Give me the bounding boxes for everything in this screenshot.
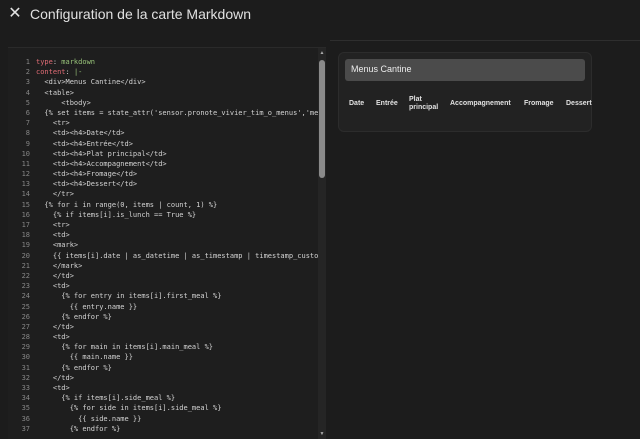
line-number: 30 (21, 353, 30, 362)
code-line[interactable]: {% for i in range(0, items | count, 1) %… (36, 200, 320, 210)
line-number: 4 (25, 88, 30, 97)
code-line[interactable]: <td> (36, 230, 320, 240)
line-number: 20 (21, 251, 30, 260)
column-header-entree: Entrée (376, 100, 398, 107)
line-number: 36 (21, 414, 30, 423)
line-number: 8 (25, 129, 30, 138)
code-line[interactable]: </tr> (36, 189, 320, 199)
code-line[interactable]: <td> (36, 383, 320, 393)
code-line[interactable]: content: |- (36, 67, 320, 77)
line-number: 13 (21, 180, 30, 189)
line-number: 12 (21, 170, 30, 179)
column-header-dessert: Dessert (566, 100, 592, 107)
line-number: 11 (21, 159, 30, 168)
line-number: 32 (21, 373, 30, 382)
line-number: 31 (21, 363, 30, 372)
dialog-title: Configuration de la carte Markdown (30, 6, 252, 22)
line-number: 23 (21, 282, 30, 291)
code-line[interactable]: {% endfor %} (36, 424, 320, 434)
code-line[interactable]: {% if items[i].side_meal %} (36, 393, 320, 403)
line-number: 3 (25, 78, 30, 87)
line-number: 18 (21, 231, 30, 240)
scrollbar-thumb[interactable] (319, 60, 325, 178)
code-line[interactable]: </td> (36, 373, 320, 383)
line-number: 5 (25, 98, 30, 107)
code-line[interactable]: {{ main.name }} (36, 352, 320, 362)
code-line[interactable]: {% for side in items[i].side_meal %} (36, 403, 320, 413)
line-number: 28 (21, 333, 30, 342)
line-number: 37 (21, 424, 30, 433)
line-number: 9 (25, 139, 30, 148)
line-number: 21 (21, 261, 30, 270)
code-line[interactable]: {% endfor %} (36, 363, 320, 373)
markdown-preview-card: Menus Cantine Date Entrée Plat principal… (338, 52, 592, 132)
code-line[interactable]: </mark> (36, 261, 320, 271)
code-line[interactable]: {% endfor %} (36, 312, 320, 322)
line-number: 19 (21, 241, 30, 250)
line-number: 15 (21, 200, 30, 209)
code-line[interactable]: </td> (36, 322, 320, 332)
code-line[interactable]: <td><h4>Plat principal</td> (36, 149, 320, 159)
line-number: 34 (21, 394, 30, 403)
line-number: 10 (21, 149, 30, 158)
line-number: 1 (25, 58, 30, 66)
line-number: 24 (21, 292, 30, 301)
code-line[interactable]: <mark> (36, 240, 320, 250)
line-number: 35 (21, 404, 30, 413)
code-line[interactable]: <td><h4>Date</td> (36, 128, 320, 138)
card-header-title: Menus Cantine (351, 64, 412, 74)
line-number: 6 (25, 108, 30, 117)
card-header: Menus Cantine (345, 59, 585, 81)
code-line[interactable]: {% if items[i].is_lunch == True %} (36, 210, 320, 220)
column-header-accompagnement: Accompagnement (450, 100, 511, 107)
line-number: 2 (25, 68, 30, 77)
code-line[interactable]: <table> (36, 88, 320, 98)
scroll-up-icon[interactable]: ▲ (319, 50, 325, 56)
line-number: 27 (21, 322, 30, 331)
close-icon[interactable]: ✕ (6, 4, 24, 24)
code-line[interactable]: {{ side.name }} (36, 414, 320, 424)
code-line[interactable]: </td> (36, 271, 320, 281)
line-number: 25 (21, 302, 30, 311)
line-number: 7 (25, 119, 30, 128)
editor-scrollbar[interactable]: ▲ ▼ (318, 48, 326, 439)
line-number: 26 (21, 312, 30, 321)
line-number: 17 (21, 221, 30, 229)
code-line[interactable]: <tr> (36, 118, 320, 128)
line-number: 14 (21, 190, 30, 199)
code-line[interactable]: {% set items = state_attr('sensor.pronot… (36, 108, 320, 118)
code-line[interactable]: <td><h4>Fromage</td> (36, 169, 320, 179)
code-line[interactable]: <td> (36, 332, 320, 342)
code-line[interactable]: <tr> (36, 220, 320, 230)
code-line[interactable]: <td> (36, 281, 320, 291)
column-header-plat-principal: Plat principal (409, 96, 439, 111)
code-line[interactable]: {{ items[i].date | as_datetime | as_time… (36, 251, 320, 261)
code-line[interactable]: <tbody> (36, 98, 320, 108)
code-line[interactable]: {% for main in items[i].main_meal %} (36, 342, 320, 352)
column-header-date: Date (349, 100, 365, 107)
code-editor[interactable]: 1 2 3 4 5 6 7 8 9 10 11 12 13 14 15 16 17 18 19 20 21 22 23 24 2… (8, 47, 326, 439)
code-line[interactable]: <td><h4>Dessert</td> (36, 179, 320, 189)
line-number: 22 (21, 271, 30, 280)
scroll-down-icon[interactable]: ▼ (319, 431, 325, 437)
code-line[interactable]: {% for entry in items[i].first_meal %} (36, 291, 320, 301)
code-line[interactable]: <td><h4>Entrée</td> (36, 139, 320, 149)
header-divider (330, 40, 640, 41)
line-number-gutter: 1 2 3 4 5 6 7 8 9 10 11 12 13 14 15 16 17 18 19 20 21 22 23 24 2… (8, 57, 30, 434)
dialog-header: ✕ Configuration de la carte Markdown (0, 0, 640, 30)
line-number: 29 (21, 343, 30, 352)
column-header-fromage: Fromage (524, 100, 554, 107)
code-content[interactable]: type: markdown content: |- <div>Menus Can… (36, 57, 320, 434)
line-number: 16 (21, 210, 30, 219)
code-line[interactable]: {{ entry.name }} (36, 302, 320, 312)
line-number: 33 (21, 384, 30, 392)
code-line[interactable]: <td><h4>Accompagnement</td> (36, 159, 320, 169)
code-line[interactable]: <div>Menus Cantine</div> (36, 77, 320, 87)
code-line[interactable]: type: markdown (36, 57, 320, 67)
